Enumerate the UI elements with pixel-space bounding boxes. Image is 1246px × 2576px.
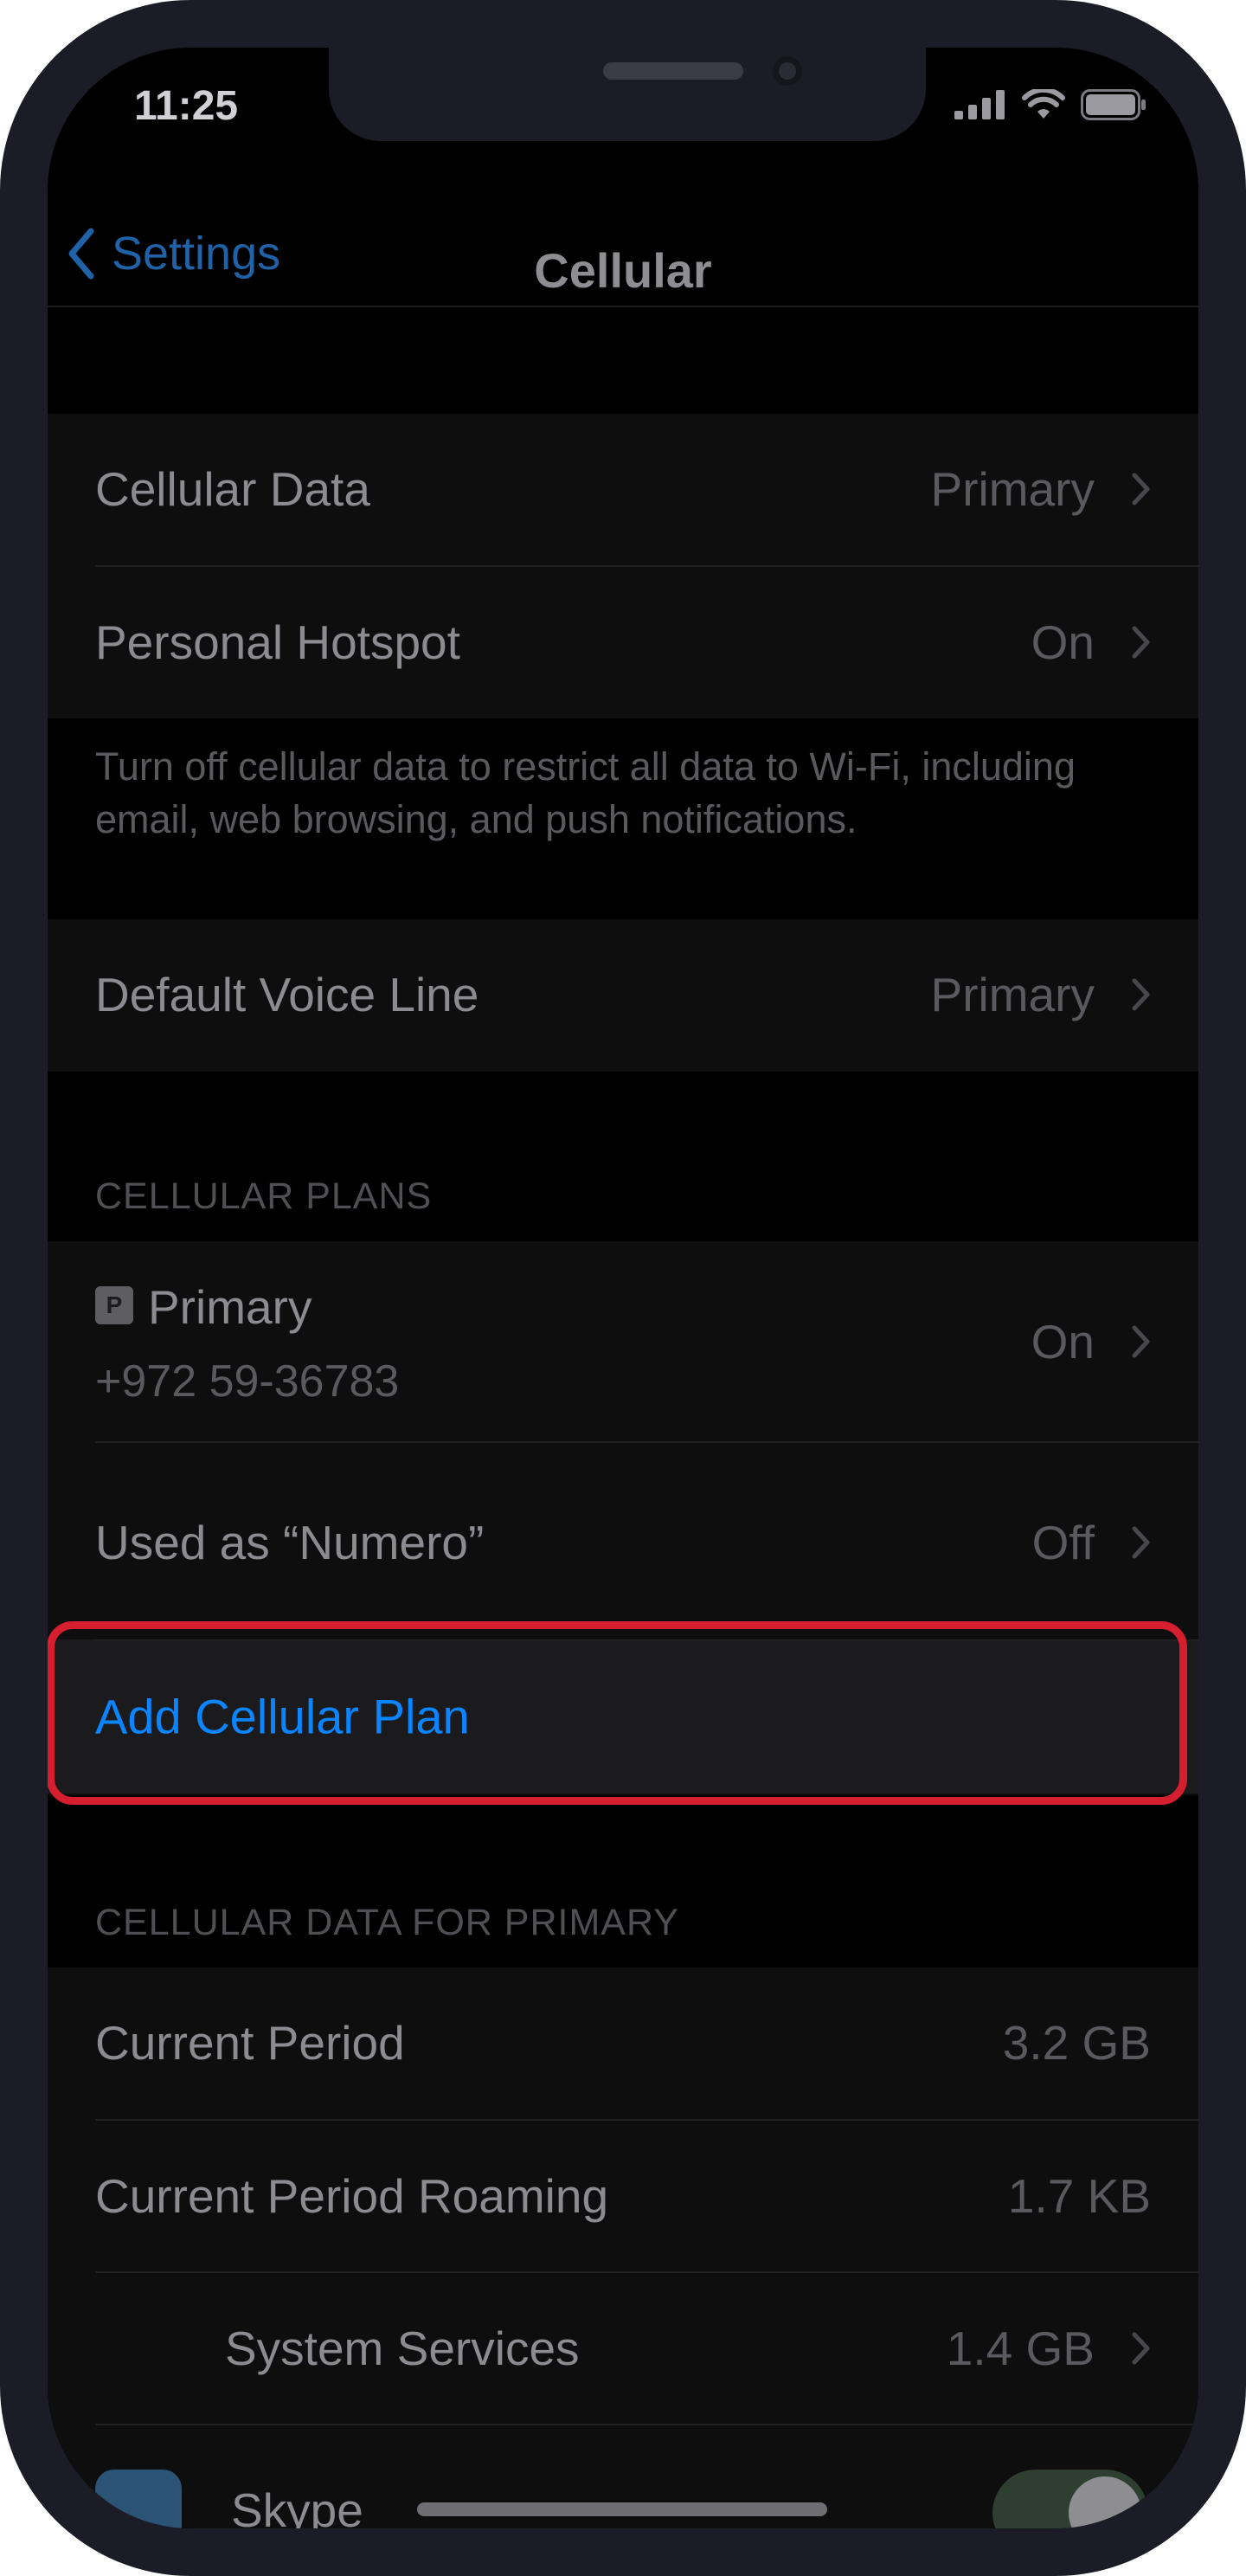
front-camera	[773, 56, 802, 86]
row-primary-plan[interactable]: P Primary +972 59-36783 On	[48, 1241, 1198, 1441]
toggle-knob	[1069, 2476, 1141, 2528]
row-value: Primary	[930, 462, 1095, 516]
navigation-bar: Settings Cellular	[48, 208, 1198, 312]
section-header-cellular-plans: CELLULAR PLANS	[95, 1175, 433, 1217]
row-label: Personal Hotspot	[95, 615, 460, 669]
row-value: 3.2 GB	[1002, 2016, 1151, 2070]
device-frame: 11:25 Settings Cellular Cellular Data Pr…	[0, 0, 1246, 2576]
status-time: 11:25	[134, 83, 239, 129]
chevron-right-icon	[1132, 473, 1150, 506]
skype-label: Skype	[231, 2483, 363, 2528]
notch	[329, 48, 926, 141]
chevron-right-icon	[1132, 978, 1150, 1011]
row-label: Default Voice Line	[95, 968, 479, 1021]
row-personal-hotspot[interactable]: Personal Hotspot On	[48, 567, 1198, 718]
cellular-signal-icon	[954, 90, 1005, 119]
speaker-grille	[603, 62, 743, 80]
row-value: Off	[1031, 1516, 1095, 1569]
row-divider	[95, 2424, 1198, 2425]
row-label: Current Period	[95, 2016, 405, 2070]
wifi-icon	[1022, 89, 1065, 119]
battery-icon	[1081, 89, 1146, 120]
row-value: On	[1031, 1314, 1095, 1368]
phone-screen: 11:25 Settings Cellular Cellular Data Pr…	[48, 48, 1198, 2528]
row-label: Current Period Roaming	[95, 2169, 609, 2223]
page-title: Cellular	[534, 243, 712, 298]
chevron-right-icon	[1132, 2332, 1150, 2365]
cellular-data-group: Cellular Data Primary Personal Hotspot O…	[48, 414, 1198, 718]
row-label: Cellular Data	[95, 462, 370, 516]
row-default-voice-line[interactable]: Default Voice Line Primary	[48, 919, 1198, 1070]
row-current-period: Current Period 3.2 GB	[48, 1967, 1198, 2118]
add-cellular-plan-label: Add Cellular Plan	[95, 1689, 470, 1744]
status-icons	[954, 89, 1146, 120]
cellular-plans-group: P Primary +972 59-36783 On Used as “Nume…	[48, 1241, 1198, 1795]
row-system-services[interactable]: System Services 1.4 GB	[48, 2273, 1198, 2424]
row-used-as-numero[interactable]: Used as “Numero” Off	[48, 1443, 1198, 1642]
plan-badge: P	[95, 1286, 133, 1324]
row-divider	[95, 1639, 1198, 1641]
home-indicator[interactable]	[417, 2502, 827, 2516]
plan-number: +972 59-36783	[95, 1356, 400, 1407]
row-label: Used as “Numero”	[95, 1516, 485, 1569]
voice-line-group: Default Voice Line Primary	[48, 919, 1198, 1072]
row-current-period-roaming: Current Period Roaming 1.7 KB	[48, 2121, 1198, 2271]
skype-data-toggle[interactable]	[992, 2470, 1148, 2528]
chevron-right-icon	[1132, 1526, 1150, 1559]
nav-divider	[48, 306, 1198, 307]
plan-name: Primary	[148, 1280, 312, 1334]
row-value: 1.7 KB	[1007, 2169, 1151, 2223]
add-cellular-plan-button[interactable]: Add Cellular Plan	[48, 1639, 1198, 1794]
chevron-right-icon	[1132, 1325, 1150, 1357]
chevron-right-icon	[1132, 626, 1150, 659]
cellular-data-footnote: Turn off cellular data to restrict all d…	[95, 744, 1076, 841]
skype-app-icon	[95, 2470, 182, 2528]
section-header-cellular-data-for-primary: CELLULAR DATA FOR PRIMARY	[95, 1902, 679, 1943]
row-cellular-data[interactable]: Cellular Data Primary	[48, 414, 1198, 564]
data-usage-group: Current Period 3.2 GB Current Period Roa…	[48, 1967, 1198, 2528]
row-label: System Services	[225, 2322, 580, 2375]
row-value: 1.4 GB	[946, 2322, 1095, 2375]
row-value: Primary	[930, 968, 1095, 1021]
row-value: On	[1031, 615, 1095, 669]
